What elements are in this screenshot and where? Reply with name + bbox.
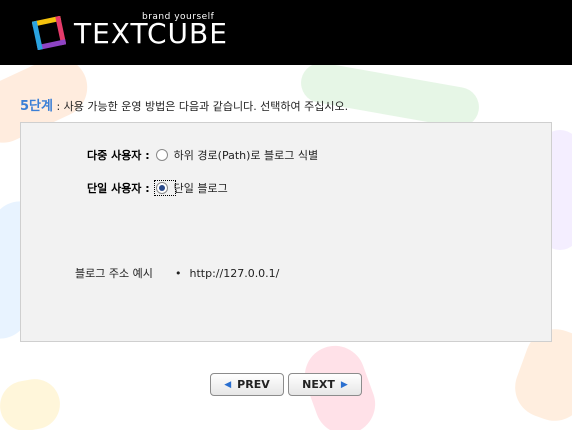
prev-button[interactable]: ◀ PREV bbox=[210, 373, 284, 396]
single-user-radio[interactable] bbox=[155, 182, 168, 194]
single-user-option: 단일 사용자 : 단일 블로그 bbox=[87, 180, 228, 196]
multi-user-label: 다중 사용자 : bbox=[87, 149, 150, 162]
step-text: : 사용 가능한 운영 방법은 다음과 같습니다. 선택하여 주십시오. bbox=[52, 100, 349, 113]
arrow-left-icon: ◀ bbox=[224, 379, 232, 390]
logo-text: TEXTCUBE bbox=[74, 17, 228, 50]
next-button[interactable]: NEXT ▶ bbox=[288, 373, 362, 396]
blog-address-label: 블로그 주소 예시 bbox=[75, 267, 153, 280]
bullet-icon: • bbox=[175, 266, 182, 280]
single-user-text[interactable]: 단일 블로그 bbox=[174, 180, 228, 196]
single-user-radio-wrap[interactable] bbox=[153, 180, 176, 196]
multi-user-radio[interactable] bbox=[155, 149, 168, 161]
step-instruction: 5단계 : 사용 가능한 운영 방법은 다음과 같습니다. 선택하여 주십시오. bbox=[20, 95, 560, 114]
arrow-right-icon: ▶ bbox=[340, 379, 348, 390]
background-decoration bbox=[0, 375, 64, 430]
prev-button-label: PREV bbox=[237, 378, 270, 391]
blog-address-value: http://127.0.0.1/ bbox=[189, 266, 280, 280]
next-button-label: NEXT bbox=[302, 378, 335, 391]
options-panel: 다중 사용자 : 하위 경로(Path)로 블로그 식별 단일 사용자 : 단일… bbox=[20, 122, 552, 342]
single-user-label: 단일 사용자 : bbox=[87, 182, 150, 195]
multi-user-radio-wrap[interactable] bbox=[155, 149, 174, 161]
header-bar: brand yourself TEXTCUBE bbox=[0, 0, 572, 65]
multi-user-text[interactable]: 하위 경로(Path)로 블로그 식별 bbox=[174, 147, 318, 163]
multi-user-option: 다중 사용자 : 하위 경로(Path)로 블로그 식별 bbox=[87, 147, 318, 163]
step-number: 5단계 bbox=[20, 99, 53, 114]
textcube-logo-icon bbox=[32, 16, 66, 50]
blog-address-example: 블로그 주소 예시 • http://127.0.0.1/ bbox=[75, 265, 279, 281]
